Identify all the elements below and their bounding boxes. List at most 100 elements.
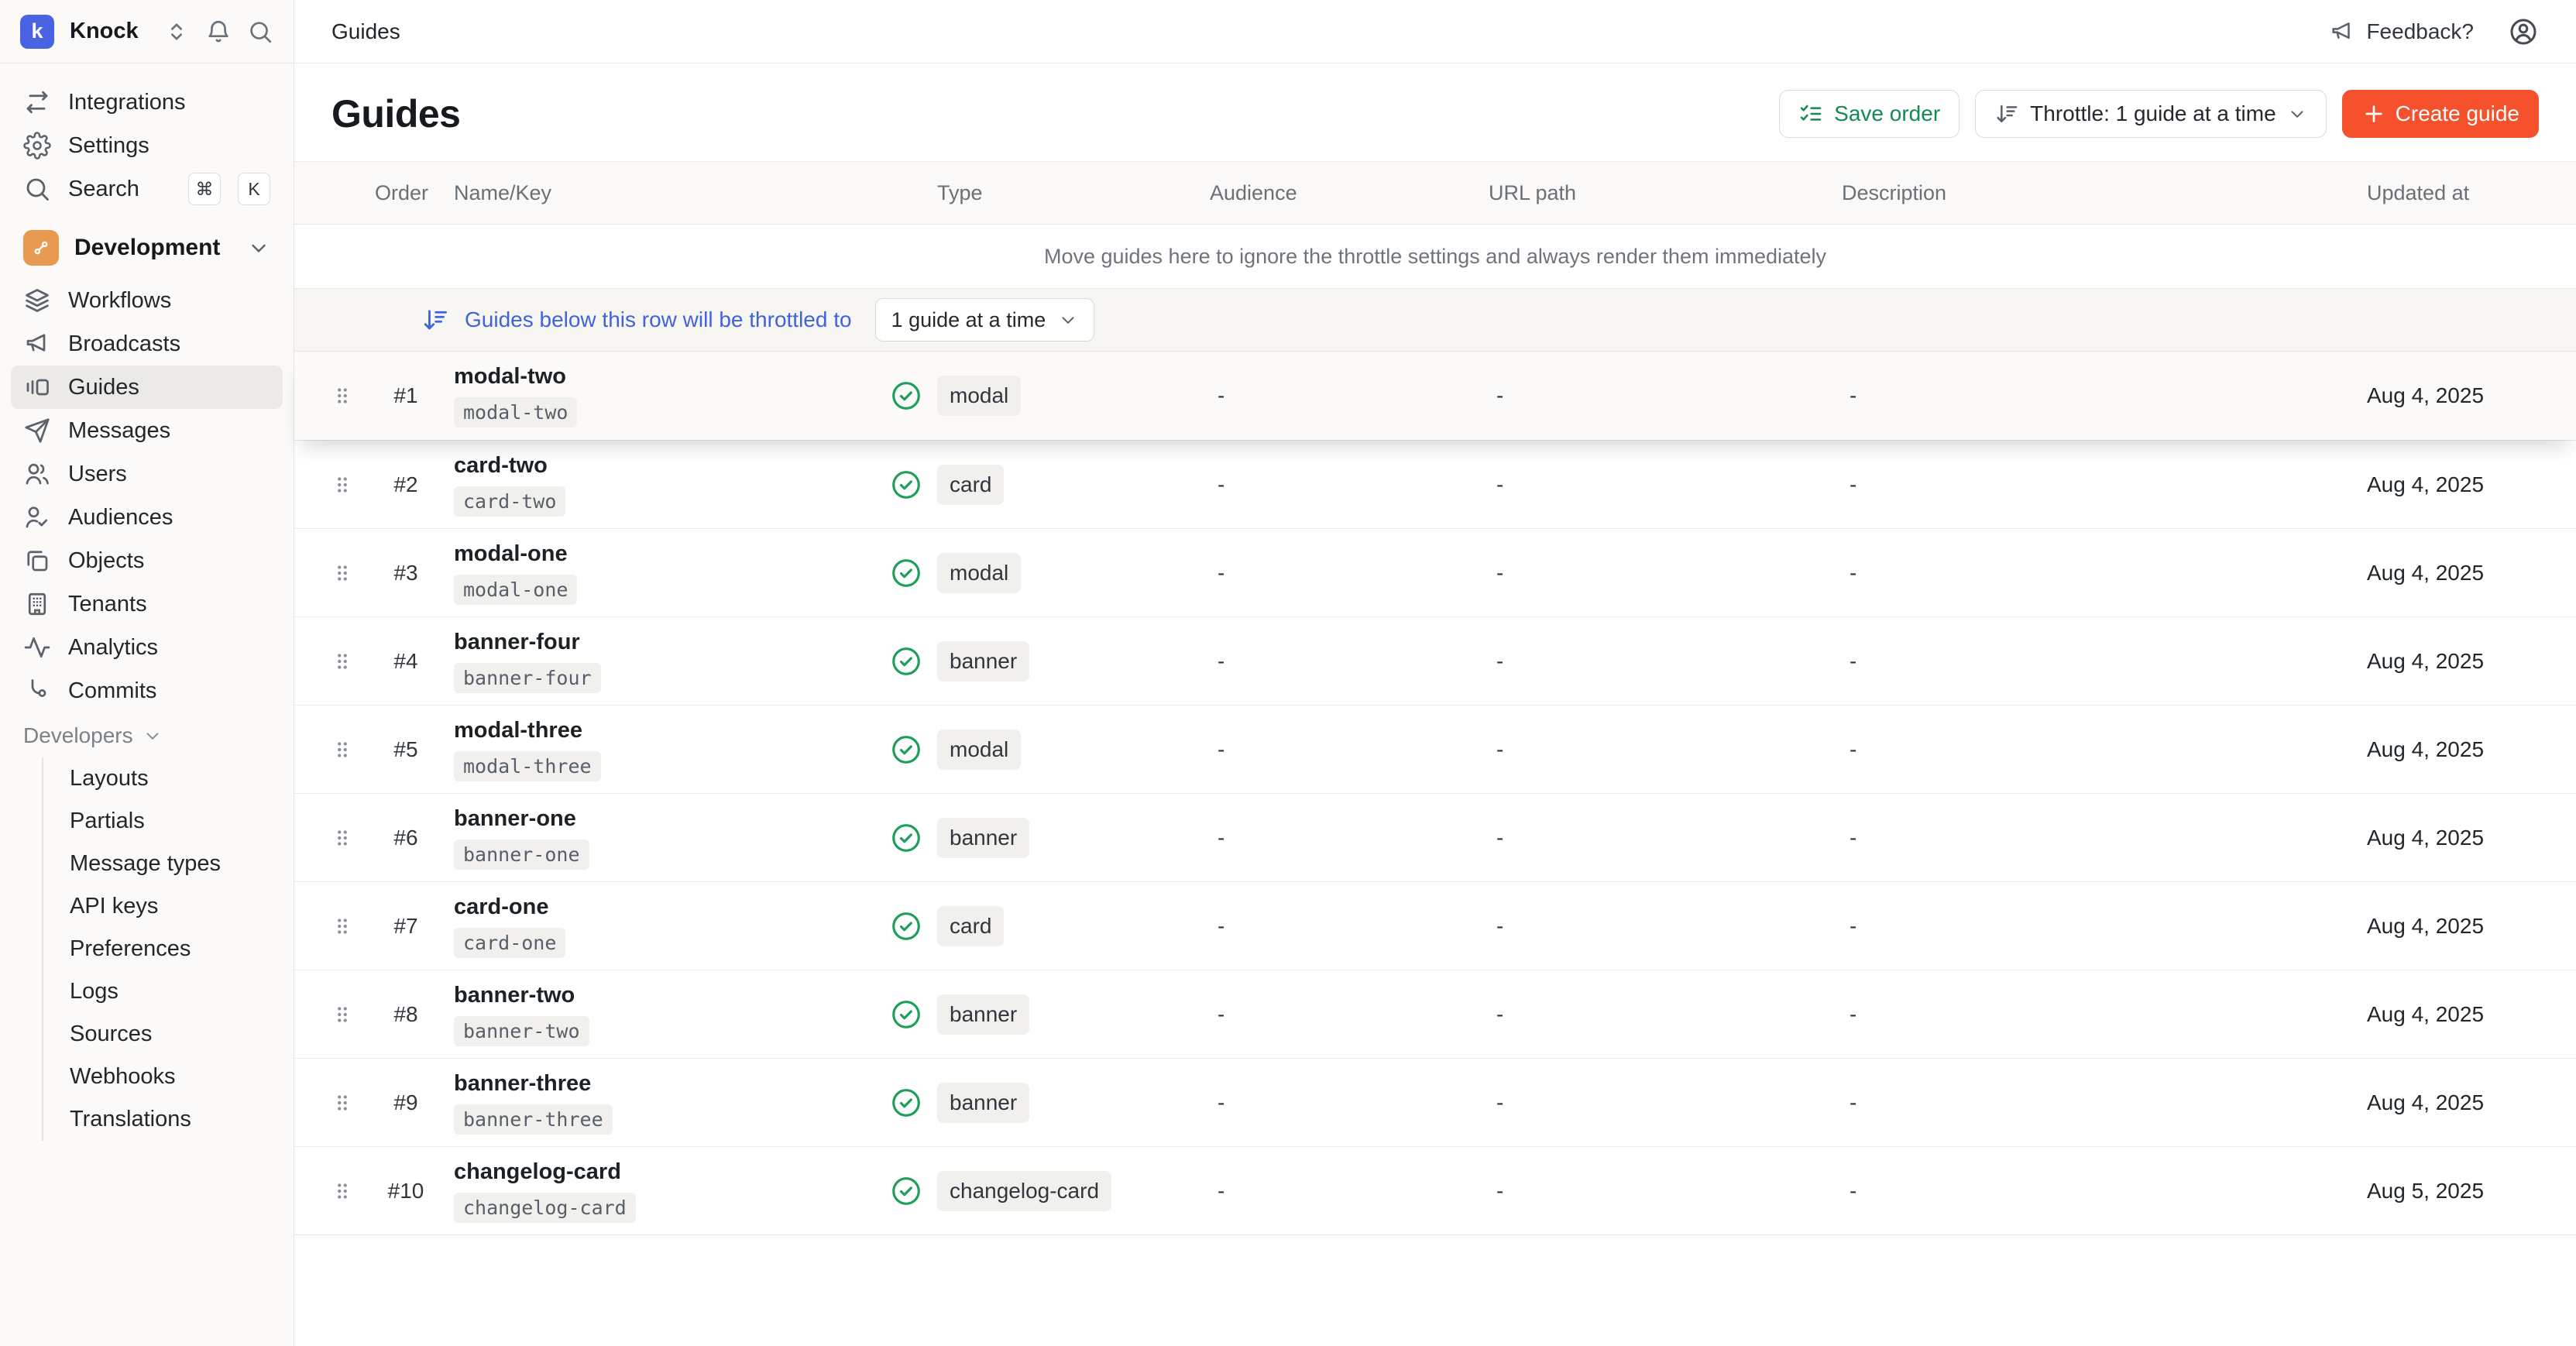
column-header-url-path: URL path bbox=[1487, 181, 1840, 205]
analytics-icon bbox=[23, 634, 51, 661]
active-check-icon bbox=[890, 1175, 922, 1207]
drag-handle-icon[interactable] bbox=[318, 473, 367, 496]
guide-status bbox=[875, 910, 937, 943]
guide-updated-at: Aug 4, 2025 bbox=[2367, 1002, 2539, 1027]
guide-name: changelog-card bbox=[454, 1159, 621, 1185]
environment-switcher[interactable]: Development bbox=[11, 223, 283, 273]
table-row[interactable]: #1 modal-two modal-two modal - - - Aug 4… bbox=[294, 352, 2576, 440]
drag-handle-icon[interactable] bbox=[318, 650, 367, 673]
table-row[interactable]: #3 modal-one modal-one modal - - - Aug 4… bbox=[294, 528, 2576, 616]
notifications-bell-icon[interactable] bbox=[205, 19, 232, 45]
guide-order: #3 bbox=[367, 561, 445, 585]
chevron-down-icon bbox=[143, 726, 163, 746]
column-header-audience: Audience bbox=[1208, 181, 1487, 205]
drag-handle-icon[interactable] bbox=[318, 738, 367, 761]
table-row[interactable]: #4 banner-four banner-four banner - - - … bbox=[294, 616, 2576, 705]
guide-name-key: banner-three banner-three bbox=[445, 1071, 875, 1135]
table-row[interactable]: #8 banner-two banner-two banner - - - Au… bbox=[294, 970, 2576, 1058]
table-row[interactable]: #6 banner-one banner-one banner - - - Au… bbox=[294, 793, 2576, 881]
unthrottled-drop-zone[interactable]: Move guides here to ignore the throttle … bbox=[294, 225, 2576, 288]
guide-key-badge: banner-two bbox=[454, 1016, 589, 1046]
guide-key-badge: card-one bbox=[454, 928, 565, 958]
throttle-value-select[interactable]: 1 guide at a time bbox=[875, 298, 1095, 342]
guide-status bbox=[875, 1087, 937, 1119]
sidebar-item-settings[interactable]: Settings bbox=[11, 124, 283, 167]
sidebar-subitem-partials[interactable]: Partials bbox=[43, 800, 283, 843]
drag-handle-icon[interactable] bbox=[318, 826, 367, 850]
table-row[interactable]: #9 banner-three banner-three banner - - … bbox=[294, 1058, 2576, 1146]
guide-audience: - bbox=[1208, 561, 1487, 585]
table-row[interactable]: #7 card-one card-one card - - - Aug 4, 2… bbox=[294, 881, 2576, 970]
sidebar-subitem-translations[interactable]: Translations bbox=[43, 1098, 283, 1141]
sidebar-item-label: Integrations bbox=[68, 90, 186, 115]
search-icon[interactable] bbox=[247, 19, 273, 45]
sidebar-item-guides[interactable]: Guides bbox=[11, 366, 283, 409]
guide-name: banner-one bbox=[454, 806, 576, 832]
save-order-button[interactable]: Save order bbox=[1779, 90, 1959, 138]
drag-handle-icon[interactable] bbox=[318, 561, 367, 585]
sidebar-item-users[interactable]: Users bbox=[11, 452, 283, 496]
sidebar-item-label: Objects bbox=[68, 548, 144, 574]
guide-audience: - bbox=[1208, 1002, 1487, 1027]
guide-name: banner-three bbox=[454, 1071, 591, 1097]
guide-key-badge: changelog-card bbox=[454, 1193, 636, 1223]
sidebar-item-audiences[interactable]: Audiences bbox=[11, 496, 283, 539]
active-check-icon bbox=[890, 1087, 922, 1119]
guide-status bbox=[875, 557, 937, 589]
drag-handle-icon[interactable] bbox=[318, 384, 367, 407]
drag-handle-icon[interactable] bbox=[318, 1091, 367, 1114]
guide-type-badge: changelog-card bbox=[937, 1171, 1111, 1211]
sidebar-subitem-logs[interactable]: Logs bbox=[43, 970, 283, 1013]
chevron-down-icon bbox=[1058, 310, 1078, 330]
sidebar-subitem-layouts[interactable]: Layouts bbox=[43, 757, 283, 800]
drag-handle-icon[interactable] bbox=[318, 1003, 367, 1026]
guide-updated-at: Aug 4, 2025 bbox=[2367, 826, 2539, 850]
list-checks-icon bbox=[1798, 101, 1823, 126]
sidebar-subitem-sources[interactable]: Sources bbox=[43, 1013, 283, 1056]
settings-icon bbox=[23, 132, 51, 160]
sidebar-item-messages[interactable]: Messages bbox=[11, 409, 283, 452]
keyboard-shortcut-key: K bbox=[238, 173, 270, 205]
throttle-dropdown-button[interactable]: Throttle: 1 guide at a time bbox=[1975, 90, 2327, 138]
guide-order: #1 bbox=[367, 383, 445, 408]
sidebar-item-label: Analytics bbox=[68, 635, 158, 661]
guide-type-cell: card bbox=[937, 465, 1208, 505]
throttle-divider-label[interactable]: Guides below this row will be throttled … bbox=[465, 307, 852, 332]
sidebar-item-label: Tenants bbox=[68, 592, 147, 617]
table-row[interactable]: #5 modal-three modal-three modal - - - A… bbox=[294, 705, 2576, 793]
table-row[interactable]: #10 changelog-card changelog-card change… bbox=[294, 1146, 2576, 1234]
sidebar-item-search[interactable]: Search⌘K bbox=[11, 167, 283, 211]
sidebar-item-broadcasts[interactable]: Broadcasts bbox=[11, 322, 283, 366]
chevron-down-icon bbox=[2287, 104, 2307, 124]
sidebar-item-integrations[interactable]: Integrations bbox=[11, 81, 283, 124]
create-guide-button[interactable]: Create guide bbox=[2342, 90, 2539, 138]
active-check-icon bbox=[890, 998, 922, 1031]
guide-description: - bbox=[1840, 1090, 2367, 1115]
sidebar-item-commits[interactable]: Commits bbox=[11, 669, 283, 712]
account-menu-button[interactable] bbox=[2508, 16, 2539, 47]
sidebar-item-objects[interactable]: Objects bbox=[11, 539, 283, 582]
feedback-button[interactable]: Feedback? bbox=[2329, 19, 2474, 45]
throttle-value-label: 1 guide at a time bbox=[891, 308, 1046, 332]
sidebar-item-tenants[interactable]: Tenants bbox=[11, 582, 283, 626]
drag-handle-icon[interactable] bbox=[318, 915, 367, 938]
guide-name: modal-three bbox=[454, 718, 582, 743]
sidebar-item-workflows[interactable]: Workflows bbox=[11, 279, 283, 322]
sidebar-item-label: Search bbox=[68, 177, 139, 202]
sidebar-item-label: Guides bbox=[68, 375, 139, 400]
throttle-button-label: Throttle: 1 guide at a time bbox=[2030, 101, 2276, 126]
sidebar-item-analytics[interactable]: Analytics bbox=[11, 626, 283, 669]
guide-audience: - bbox=[1208, 649, 1487, 674]
plus-icon bbox=[2361, 101, 2386, 126]
sidebar-subitem-webhooks[interactable]: Webhooks bbox=[43, 1056, 283, 1098]
guide-url-path: - bbox=[1487, 1090, 1840, 1115]
table-row[interactable]: #2 card-two card-two card - - - Aug 4, 2… bbox=[294, 440, 2576, 528]
sidebar-subitem-preferences[interactable]: Preferences bbox=[43, 928, 283, 970]
drag-handle-icon[interactable] bbox=[318, 1179, 367, 1203]
active-check-icon bbox=[890, 645, 922, 678]
workspace-switcher-icon[interactable] bbox=[163, 19, 190, 45]
developers-section-toggle[interactable]: Developers bbox=[11, 719, 283, 753]
page-header: Guides Save order Throttle: 1 guide at a… bbox=[294, 64, 2576, 161]
sidebar-subitem-api-keys[interactable]: API keys bbox=[43, 885, 283, 928]
sidebar-subitem-message-types[interactable]: Message types bbox=[43, 843, 283, 885]
